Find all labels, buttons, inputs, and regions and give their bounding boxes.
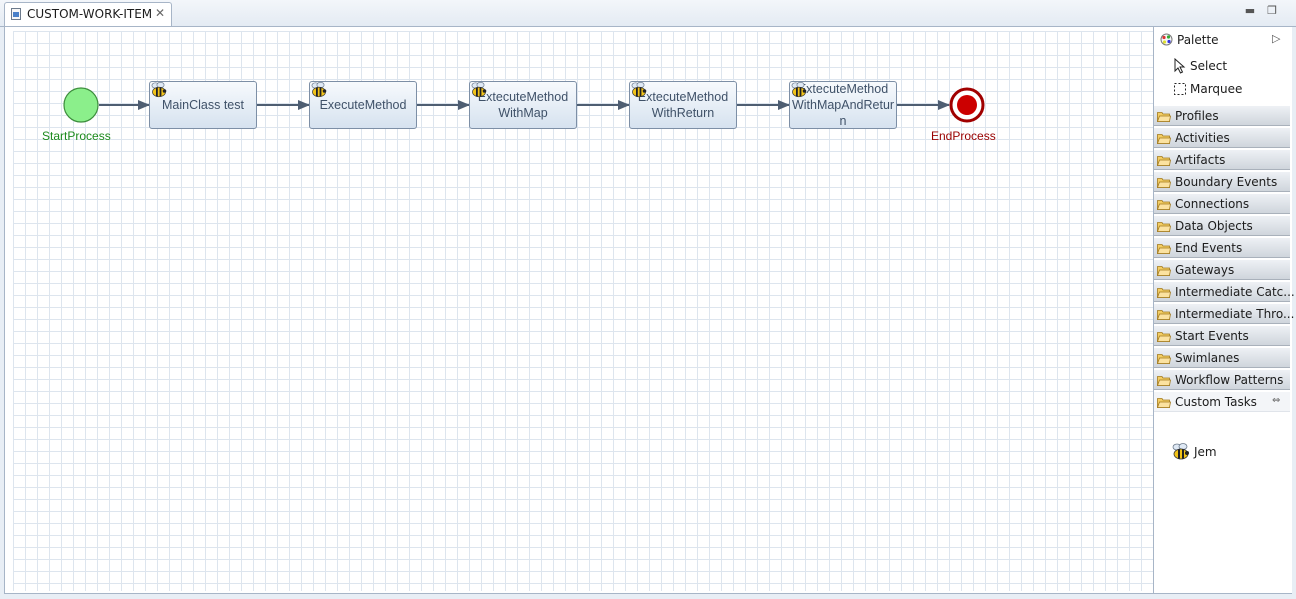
- pin-drawer-icon[interactable]: ⇔: [1272, 395, 1280, 406]
- folder-icon: [1157, 398, 1171, 408]
- palette-drawer-connections[interactable]: Connections: [1154, 193, 1290, 214]
- drawer-label: Profiles: [1175, 109, 1219, 123]
- task-label-line: ExtecuteMethod: [797, 82, 889, 96]
- folder-icon: [1157, 288, 1171, 298]
- folder-icon: [1157, 332, 1171, 342]
- palette-icon: [1160, 33, 1173, 46]
- select-tool[interactable]: Select: [1154, 55, 1290, 77]
- task-label-line: WithReturn: [651, 106, 715, 120]
- task-label-line: ExtecuteMethod: [477, 90, 569, 104]
- task-label: ExecuteMethod: [319, 97, 408, 113]
- drawer-label: Swimlanes: [1175, 351, 1240, 365]
- drawer-label: Start Events: [1175, 329, 1249, 343]
- task-label: ExtecuteMethod WithMap: [477, 89, 569, 121]
- palette-drawer-gateways[interactable]: Gateways: [1154, 259, 1290, 280]
- drawer-label: Gateways: [1175, 263, 1235, 277]
- start-event-label: StartProcess: [42, 129, 111, 143]
- diagram-canvas[interactable]: MainClass test ExecuteMethod ExtecuteMetho…: [13, 31, 1153, 591]
- folder-icon: [1157, 376, 1171, 386]
- minimize-icon[interactable]: ▬: [1242, 3, 1258, 19]
- folder-icon: [1157, 354, 1171, 364]
- palette-drawer-intermediate-catc[interactable]: Intermediate Catc...: [1154, 281, 1295, 302]
- end-event-inner: [957, 95, 977, 115]
- tab-title: CUSTOM-WORK-ITEM: [27, 7, 153, 21]
- close-tab-icon[interactable]: ✕: [155, 6, 165, 20]
- task-label-line: n: [839, 114, 847, 128]
- bee-icon: [151, 82, 167, 98]
- marquee-icon: [1174, 83, 1186, 95]
- folder-icon: [1157, 310, 1171, 320]
- palette-header: Palette ▷: [1154, 29, 1290, 51]
- folder-icon: [1157, 222, 1171, 232]
- task-label: ExtecuteMethod WithReturn: [637, 89, 729, 121]
- process-file-icon: [11, 8, 21, 20]
- palette-drawer-intermediate-thro[interactable]: Intermediate Thro...: [1154, 303, 1294, 324]
- palette-drawer-workflow-patterns[interactable]: Workflow Patterns: [1154, 369, 1290, 390]
- palette-drawer-boundary-events[interactable]: Boundary Events: [1154, 171, 1290, 192]
- palette-drawer-end-events[interactable]: End Events: [1154, 237, 1290, 258]
- palette-drawer-artifacts[interactable]: Artifacts: [1154, 149, 1290, 170]
- task-label-line: ExtecuteMethod: [637, 90, 729, 104]
- bee-icon: [1172, 443, 1189, 460]
- folder-icon: [1157, 112, 1171, 122]
- bee-icon: [631, 82, 647, 98]
- app-window: CUSTOM-WORK-ITEM ✕ ▬ ❐ MainClass test Exe…: [0, 0, 1296, 599]
- folder-icon: [1157, 156, 1171, 166]
- palette-drawer-custom-tasks[interactable]: Custom Tasks ⇔: [1154, 391, 1290, 412]
- task-node-t5[interactable]: ExtecuteMethod WithMapAndRetur n: [789, 81, 897, 129]
- select-tool-label: Select: [1190, 59, 1228, 73]
- task-label-line: ExecuteMethod: [319, 98, 407, 112]
- task-node-t1[interactable]: MainClass test: [149, 81, 257, 129]
- collapse-palette-icon[interactable]: ▷: [1272, 32, 1280, 45]
- task-node-t4[interactable]: ExtecuteMethod WithReturn: [629, 81, 737, 129]
- drawer-label: Custom Tasks: [1175, 395, 1257, 409]
- drawer-label: Activities: [1175, 131, 1230, 145]
- palette-drawer-start-events[interactable]: Start Events: [1154, 325, 1290, 346]
- pointer-icon: [1174, 58, 1186, 74]
- bee-icon: [471, 82, 487, 98]
- marquee-tool[interactable]: Marquee: [1154, 78, 1290, 100]
- custom-task-label: Jem: [1194, 445, 1217, 459]
- drawer-label: Intermediate Thro...: [1175, 307, 1295, 321]
- drawer-label: Data Objects: [1175, 219, 1253, 233]
- palette-drawer-swimlanes[interactable]: Swimlanes: [1154, 347, 1290, 368]
- task-label-line: WithMapAndRetur: [791, 98, 895, 112]
- task-label-line: WithMap: [498, 106, 548, 120]
- bee-icon: [311, 82, 327, 98]
- custom-task-jem[interactable]: Jem: [1154, 439, 1290, 463]
- maximize-icon[interactable]: ❐: [1264, 3, 1280, 19]
- end-event-label: EndProcess: [931, 129, 996, 143]
- drawer-label: Connections: [1175, 197, 1250, 211]
- task-node-t2[interactable]: ExecuteMethod: [309, 81, 417, 129]
- tab-custom-work-item[interactable]: CUSTOM-WORK-ITEM ✕: [4, 2, 172, 26]
- folder-icon: [1157, 266, 1171, 276]
- folder-icon: [1157, 178, 1171, 188]
- task-label-line: MainClass test: [162, 98, 244, 112]
- drawer-label: Intermediate Catc...: [1175, 285, 1295, 299]
- bee-icon: [791, 82, 807, 98]
- drawer-label: Workflow Patterns: [1175, 373, 1284, 387]
- drawer-label: Boundary Events: [1175, 175, 1278, 189]
- palette-panel: Palette ▷ Select Marquee Profiles Activit…: [1153, 27, 1295, 593]
- palette-title: Palette: [1177, 33, 1219, 47]
- editor-tab-strip: CUSTOM-WORK-ITEM ✕ ▬ ❐: [0, 0, 1296, 27]
- palette-drawer-profiles[interactable]: Profiles: [1154, 105, 1290, 126]
- palette-drawer-activities[interactable]: Activities: [1154, 127, 1290, 148]
- start-event-node[interactable]: [63, 87, 99, 123]
- folder-icon: [1157, 244, 1171, 254]
- folder-icon: [1157, 134, 1171, 144]
- editor-area: MainClass test ExecuteMethod ExtecuteMetho…: [4, 26, 1295, 594]
- folder-icon: [1157, 200, 1171, 210]
- marquee-tool-label: Marquee: [1190, 82, 1243, 96]
- task-label: MainClass test: [161, 97, 245, 113]
- task-node-t3[interactable]: ExtecuteMethod WithMap: [469, 81, 577, 129]
- drawer-label: End Events: [1175, 241, 1243, 255]
- drawer-label: Artifacts: [1175, 153, 1226, 167]
- palette-drawer-data-objects[interactable]: Data Objects: [1154, 215, 1290, 236]
